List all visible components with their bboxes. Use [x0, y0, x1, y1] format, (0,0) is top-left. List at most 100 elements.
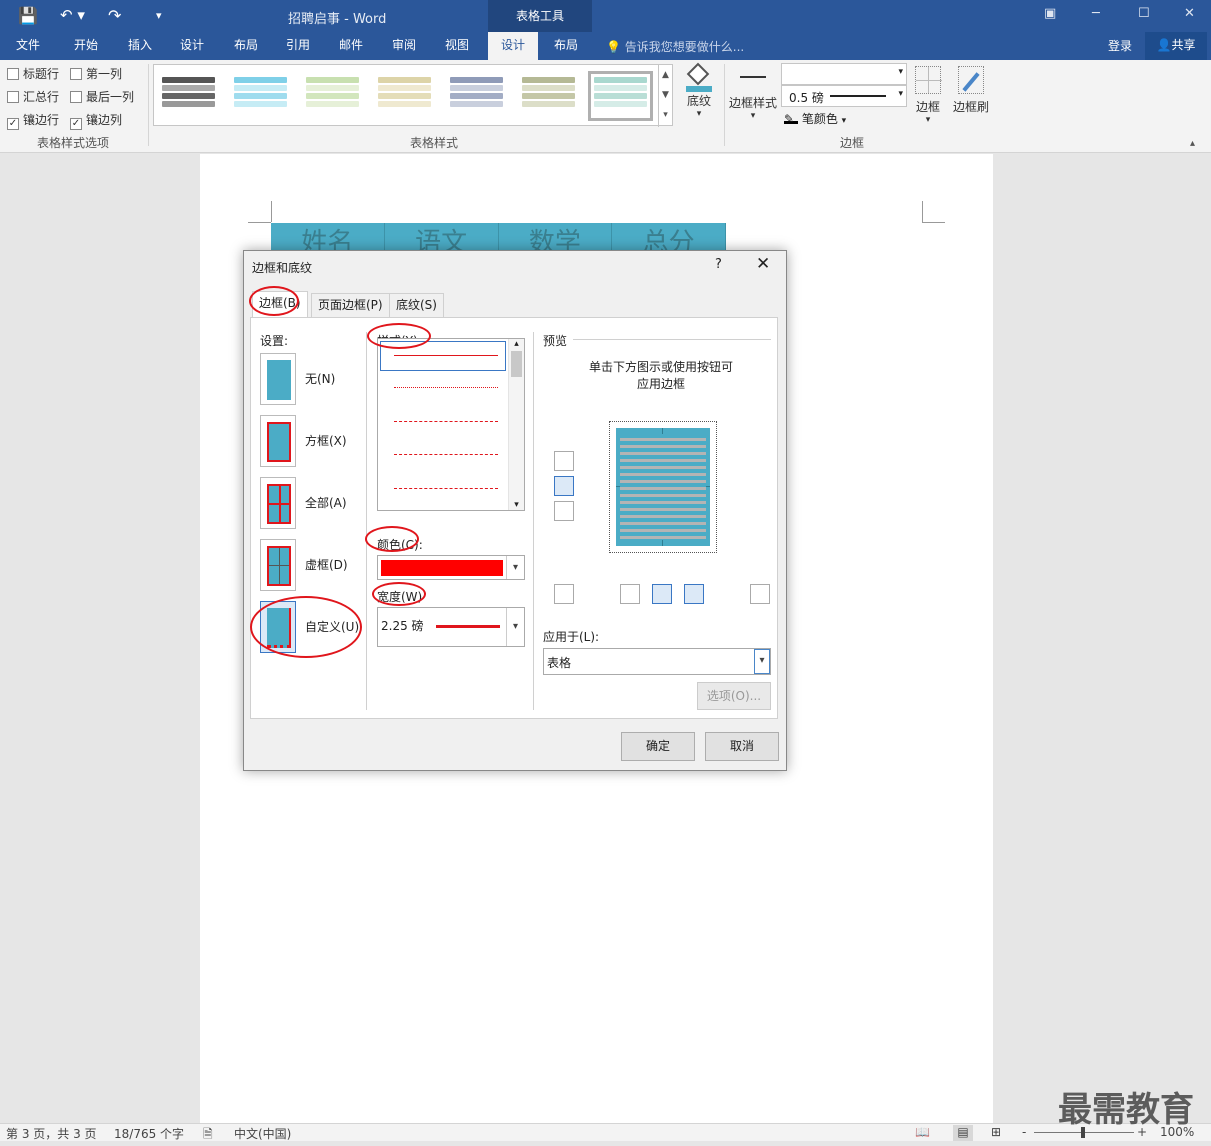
- total-row-option[interactable]: 汇总行: [7, 88, 59, 105]
- tell-me-search[interactable]: 💡 告诉我您想要做什么...: [606, 38, 744, 55]
- table-style-light-blue[interactable]: [232, 75, 289, 117]
- collapse-ribbon-icon[interactable]: ▴: [1190, 138, 1195, 149]
- tab-review[interactable]: 审阅: [380, 32, 428, 60]
- line-style-long-dash[interactable]: [394, 454, 498, 455]
- dropdown-arrow-icon[interactable]: ▾: [506, 608, 524, 646]
- table-header-cell[interactable]: 语文: [385, 223, 499, 253]
- first-column-option[interactable]: 第一列: [70, 65, 122, 82]
- width-dropdown[interactable]: 2.25 磅 ▾: [377, 607, 525, 647]
- table-style-light-tan[interactable]: [376, 75, 433, 117]
- scroll-thumb[interactable]: [511, 351, 522, 377]
- scroll-down-icon[interactable]: ▼: [659, 85, 672, 105]
- diagonal-up-border-button[interactable]: [554, 584, 574, 604]
- line-weight-dropdown[interactable]: 0.5 磅 ▾: [781, 85, 907, 107]
- dropdown-arrow-icon[interactable]: ▾: [754, 649, 770, 674]
- table-style-selected-teal[interactable]: [588, 71, 653, 121]
- right-border-button[interactable]: [684, 584, 704, 604]
- setting-all-icon[interactable]: [260, 477, 296, 529]
- redo-icon[interactable]: ↷: [108, 6, 121, 25]
- save-icon[interactable]: 💾: [18, 6, 38, 25]
- left-border-button[interactable]: [620, 584, 640, 604]
- setting-box-label[interactable]: 方框(X): [305, 432, 347, 449]
- scroll-up-icon[interactable]: ▴: [509, 339, 524, 349]
- undo-icon[interactable]: ↶ ▾: [60, 6, 85, 24]
- line-style-dropdown[interactable]: ▾: [781, 63, 907, 85]
- gallery-more-icon[interactable]: ▾: [659, 105, 672, 125]
- document-table-header[interactable]: 姓名 语文 数学 总分: [271, 223, 726, 253]
- table-style-grid-black[interactable]: [160, 75, 217, 117]
- setting-all-label[interactable]: 全部(A): [305, 494, 347, 511]
- web-layout-icon[interactable]: ⊞: [991, 1125, 1001, 1139]
- apply-to-dropdown[interactable]: 表格 ▾: [543, 648, 771, 675]
- table-header-cell[interactable]: 总分: [612, 223, 726, 253]
- dialog-close-icon[interactable]: ✕: [756, 254, 770, 274]
- proofing-icon[interactable]: 🗎: [203, 1125, 213, 1146]
- inside-horizontal-border-button[interactable]: [554, 476, 574, 496]
- print-layout-icon[interactable]: ▤: [953, 1125, 973, 1141]
- dropdown-arrow-icon[interactable]: ▾: [506, 556, 524, 579]
- share-button[interactable]: 👤共享: [1145, 32, 1207, 60]
- top-border-button[interactable]: [554, 451, 574, 471]
- setting-none-icon[interactable]: [260, 353, 296, 405]
- setting-grid-label[interactable]: 虚框(D): [305, 556, 348, 573]
- checkbox[interactable]: [70, 68, 82, 80]
- tab-table-design[interactable]: 设计: [488, 32, 538, 60]
- line-style-dotted[interactable]: [394, 387, 498, 388]
- cancel-button[interactable]: 取消: [705, 732, 779, 761]
- login-link[interactable]: 登录: [1108, 37, 1132, 54]
- style-list-scrollbar[interactable]: ▴ ▾: [508, 339, 524, 510]
- tab-shading[interactable]: 底纹(S): [389, 293, 444, 317]
- tab-home[interactable]: 开始: [62, 32, 110, 60]
- language[interactable]: 中文(中国): [234, 1125, 291, 1142]
- border-styles-button[interactable]: 边框样式 ▾: [728, 64, 778, 121]
- tab-references[interactable]: 引用: [274, 32, 322, 60]
- tab-file[interactable]: 文件: [4, 32, 52, 60]
- minimize-icon[interactable]: ─: [1092, 6, 1100, 21]
- tab-design[interactable]: 设计: [168, 32, 216, 60]
- banded-columns-option[interactable]: ✓ 镶边列: [70, 111, 122, 130]
- table-style-light-green[interactable]: [304, 75, 361, 117]
- checkbox[interactable]: [7, 68, 19, 80]
- line-style-dashed[interactable]: [394, 421, 498, 422]
- last-column-option[interactable]: 最后一列: [70, 88, 134, 105]
- tab-layout[interactable]: 布局: [222, 32, 270, 60]
- line-style-dash-dot[interactable]: [394, 488, 498, 489]
- scroll-up-icon[interactable]: ▲: [659, 65, 672, 85]
- tab-view[interactable]: 视图: [433, 32, 481, 60]
- scroll-down-icon[interactable]: ▾: [509, 500, 524, 510]
- setting-none-label[interactable]: 无(N): [305, 370, 335, 387]
- checkbox[interactable]: [70, 91, 82, 103]
- ok-button[interactable]: 确定: [621, 732, 695, 761]
- close-window-icon[interactable]: ✕: [1184, 6, 1195, 21]
- table-header-cell[interactable]: 姓名: [271, 223, 385, 253]
- tab-table-layout[interactable]: 布局: [541, 32, 591, 60]
- inside-vertical-border-button[interactable]: [652, 584, 672, 604]
- customize-toolbar-icon[interactable]: ▾: [156, 9, 162, 22]
- line-style-list[interactable]: ▴ ▾: [377, 338, 525, 511]
- diagonal-down-border-button[interactable]: [750, 584, 770, 604]
- borders-button[interactable]: 边框 ▾: [912, 64, 944, 125]
- word-count[interactable]: 18/765 个字: [114, 1125, 184, 1142]
- color-dropdown[interactable]: ▾: [377, 555, 525, 580]
- banded-rows-option[interactable]: ✓ 镶边行: [7, 111, 59, 130]
- bottom-border-button[interactable]: [554, 501, 574, 521]
- maximize-icon[interactable]: ☐: [1138, 6, 1150, 21]
- checkbox[interactable]: [7, 91, 19, 103]
- header-row-option[interactable]: 标题行: [7, 65, 59, 82]
- options-button[interactable]: 选项(O)...: [697, 682, 771, 710]
- checkbox-checked[interactable]: ✓: [7, 118, 19, 130]
- setting-grid-icon[interactable]: [260, 539, 296, 591]
- checkbox-checked[interactable]: ✓: [70, 118, 82, 130]
- tab-page-border[interactable]: 页面边框(P): [311, 293, 390, 317]
- tab-insert[interactable]: 插入: [116, 32, 164, 60]
- shading-button[interactable]: 底纹 ▾: [680, 62, 718, 119]
- line-style-solid[interactable]: [394, 355, 498, 356]
- help-icon[interactable]: ?: [715, 257, 722, 272]
- border-painter-button[interactable]: 边框刷: [951, 64, 991, 115]
- table-style-gray-blue[interactable]: [448, 75, 505, 117]
- pen-color-button[interactable]: ✎ 笔颜色 ▾: [784, 110, 846, 127]
- gallery-scroll[interactable]: ▲ ▼ ▾: [658, 65, 672, 127]
- ribbon-display-icon[interactable]: ▣: [1044, 6, 1056, 21]
- table-header-cell[interactable]: 数学: [499, 223, 613, 253]
- page-count[interactable]: 第 3 页，共 3 页: [6, 1125, 97, 1142]
